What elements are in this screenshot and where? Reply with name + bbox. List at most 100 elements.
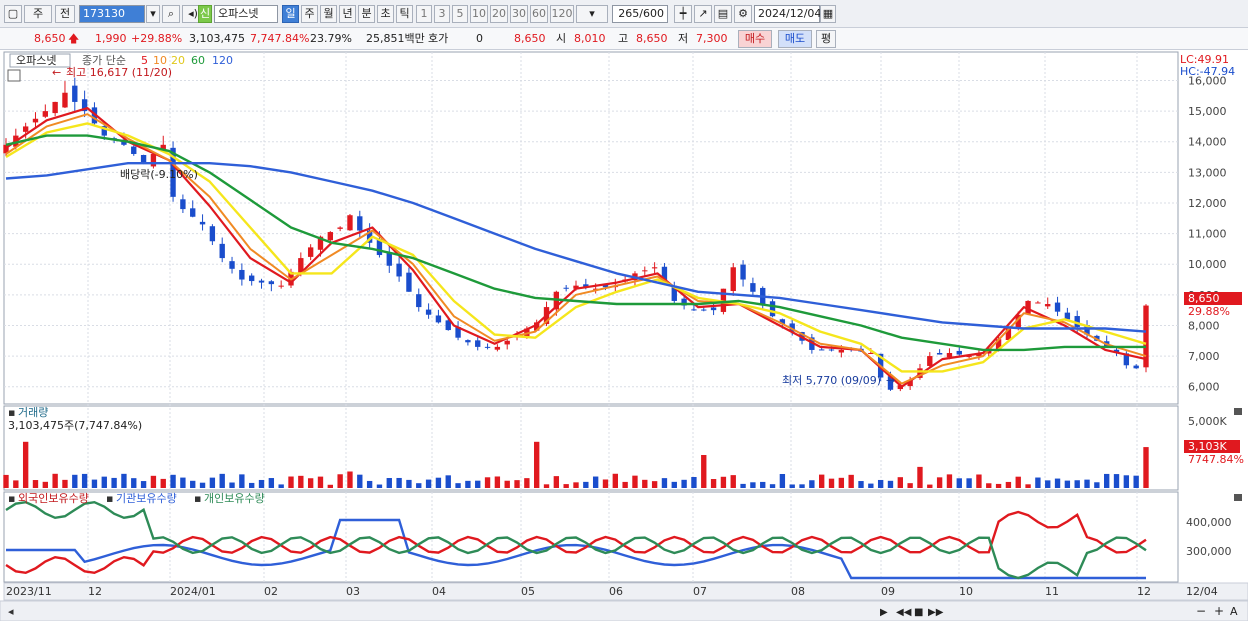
volume-bar xyxy=(111,477,117,488)
candle-body xyxy=(396,263,402,277)
volume-bar xyxy=(573,482,579,488)
low-value: 7,300 xyxy=(696,32,728,45)
save-icon[interactable]: ▤ xyxy=(714,5,732,23)
interval-tab[interactable]: 3 xyxy=(434,5,450,23)
candle-body xyxy=(435,315,442,323)
volume-value-label: 3,103,475주(7,747.84%) xyxy=(8,419,142,432)
candle-body xyxy=(72,85,78,102)
volume-bar xyxy=(760,481,766,488)
volume-bar xyxy=(445,475,451,488)
volume-bar xyxy=(327,484,333,488)
zoom-out-icon[interactable]: − xyxy=(1196,604,1206,618)
panel-marker-icon: ▪ xyxy=(194,492,201,505)
volume-bar xyxy=(209,477,216,488)
candle-body xyxy=(710,307,717,311)
volume-bar xyxy=(131,478,137,488)
x-axis-label: 02 xyxy=(264,585,278,598)
period-tab[interactable]: 월 xyxy=(320,5,337,23)
volume-bar xyxy=(612,473,618,488)
candle-body xyxy=(406,272,412,292)
main-toolbar: ▢ 주 전 173130 ▾ ⌕ ◂) 신 오파스넷 일주월년분초틱 1 3 5 10… xyxy=(0,0,1248,28)
candle-body xyxy=(769,301,776,317)
volume-bar xyxy=(347,471,353,488)
stock-chart[interactable]: 16,00015,00014,00013,00012,00011,00010,0… xyxy=(0,50,1248,621)
rewind-icon[interactable]: ◀◀ xyxy=(896,607,912,618)
volume-bar xyxy=(534,441,540,488)
interval-tab[interactable]: 60 xyxy=(530,5,548,23)
eval-button[interactable]: 평 xyxy=(816,30,836,48)
volume-bar xyxy=(917,466,923,488)
volume-bar xyxy=(475,480,481,488)
drawing-tool-icon[interactable]: ↗ xyxy=(694,5,712,23)
price-y-tick: 8,000 xyxy=(1188,319,1220,332)
volume-bar xyxy=(42,481,48,488)
period-tab[interactable]: 틱 xyxy=(396,5,413,23)
volume-bar xyxy=(465,480,471,488)
price-y-tick: 7,000 xyxy=(1188,350,1220,363)
x-axis-label: 11 xyxy=(1045,585,1059,598)
stock-name-field[interactable]: 오파스넷 xyxy=(214,5,278,23)
period-tab[interactable]: 년 xyxy=(339,5,356,23)
volume-bar xyxy=(681,479,687,488)
zoom-in-icon[interactable]: + xyxy=(1214,604,1224,618)
period-tab[interactable]: 일 xyxy=(282,5,299,23)
volume-bar xyxy=(1094,482,1100,488)
new-listing-badge: 신 xyxy=(198,5,212,23)
period-tab[interactable]: 분 xyxy=(358,5,375,23)
period-tab[interactable]: 초 xyxy=(377,5,394,23)
search-icon[interactable]: ⌕ xyxy=(162,5,180,23)
candle-body xyxy=(1133,365,1139,369)
play-icon[interactable]: ▶ xyxy=(880,607,888,618)
x-axis-label: 03 xyxy=(346,585,360,598)
stop-icon[interactable]: ■ xyxy=(914,607,923,618)
font-size-icon[interactable]: A xyxy=(1230,605,1238,618)
chart-type-icon[interactable]: ┿ xyxy=(674,5,692,23)
candle-body xyxy=(425,309,432,315)
legend-institution: 기관보유수량 xyxy=(116,492,177,505)
period-tab[interactable]: 주 xyxy=(301,5,318,23)
volume-panel-close-icon[interactable] xyxy=(1234,408,1242,415)
interval-tab[interactable]: 10 xyxy=(470,5,488,23)
stock-code-input[interactable]: 173130 xyxy=(79,5,145,23)
volume-bar xyxy=(602,479,609,488)
volume-bar xyxy=(553,476,560,488)
interval-tab[interactable]: 1 xyxy=(416,5,432,23)
table-icon[interactable] xyxy=(7,69,21,82)
candle-body xyxy=(62,92,68,108)
market-type-select[interactable]: 주 xyxy=(24,5,52,23)
x-axis-label: 12 xyxy=(1137,585,1151,598)
candle-body xyxy=(828,349,835,351)
candle-body xyxy=(209,226,216,242)
volume-bar xyxy=(927,484,933,488)
volume-bar xyxy=(710,479,717,488)
interval-tab[interactable]: 20 xyxy=(490,5,508,23)
scroll-bar[interactable] xyxy=(0,600,1248,621)
price-y-tick: 13,000 xyxy=(1188,166,1227,179)
calendar-icon[interactable]: ▦ xyxy=(820,5,836,23)
buy-button[interactable]: 매수 xyxy=(738,30,772,48)
interval-tab[interactable]: 5 xyxy=(452,5,468,23)
window-icon[interactable]: ▢ xyxy=(4,5,22,23)
investor-panel-close-icon[interactable] xyxy=(1234,494,1242,501)
interval-tab[interactable]: 120 xyxy=(550,5,574,23)
code-dropdown-icon[interactable]: ▾ xyxy=(146,5,160,23)
volume-bar xyxy=(1015,476,1021,488)
volume-bar xyxy=(877,479,884,488)
scroll-left-icon[interactable]: ◂ xyxy=(8,605,14,618)
volume-bar xyxy=(809,480,815,488)
interval-tab[interactable]: 30 xyxy=(510,5,528,23)
price-y-tick: 12,000 xyxy=(1188,197,1227,210)
forward-icon[interactable]: ▶▶ xyxy=(928,607,944,618)
data-count-field[interactable]: 265/600 xyxy=(612,5,668,23)
x-axis-label: 2023/11 xyxy=(6,585,52,598)
prev-button[interactable]: 전 xyxy=(55,5,75,23)
gear-icon[interactable]: ⚙ xyxy=(734,5,752,23)
sell-button[interactable]: 매도 xyxy=(778,30,812,48)
volume-bar xyxy=(52,473,58,488)
interval-dropdown[interactable]: ▾ xyxy=(576,5,608,23)
volume-bar xyxy=(828,478,835,488)
date-input[interactable]: 2024/12/04 xyxy=(754,5,821,23)
volume-bar xyxy=(897,477,903,488)
open-label: 시 xyxy=(556,32,567,45)
candle-body xyxy=(1045,304,1051,307)
